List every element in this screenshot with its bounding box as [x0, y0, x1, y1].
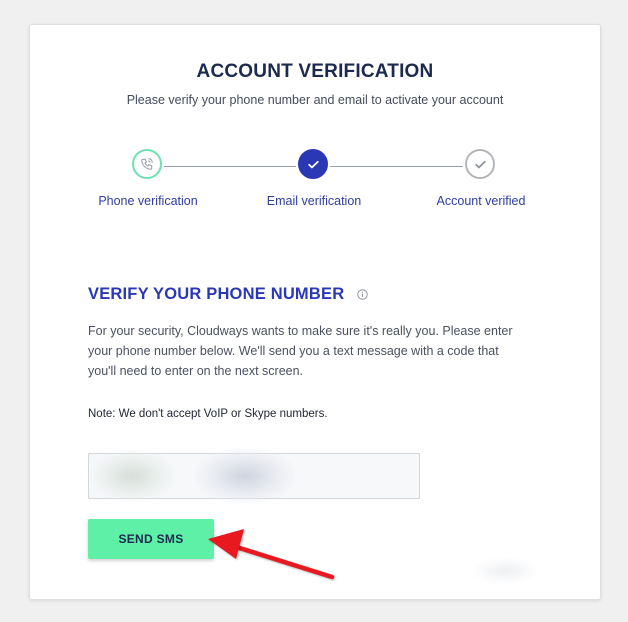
info-icon[interactable]: [357, 289, 369, 300]
checkmark-icon: [307, 160, 319, 168]
phone-icon: [141, 158, 153, 170]
section-title-text: VERIFY YOUR PHONE NUMBER: [88, 285, 345, 303]
voip-note: Note: We don't accept VoIP or Skype numb…: [88, 408, 328, 420]
step-connector: [330, 166, 463, 167]
phone-number-input[interactable]: [88, 453, 420, 499]
send-sms-button[interactable]: SEND SMS: [88, 519, 214, 559]
page-title: ACCOUNT VERIFICATION: [196, 61, 434, 82]
step-phone-verification: [132, 149, 162, 179]
step-label-verified: Account verified: [436, 194, 526, 208]
step-label-phone: Phone verification: [98, 194, 198, 208]
step-account-verified: [465, 149, 495, 179]
verification-stepper: Phone verification Email verification Ac…: [30, 149, 600, 219]
step-label-email: Email verification: [266, 194, 362, 208]
step-connector: [164, 166, 296, 167]
checkmark-icon: [474, 160, 486, 168]
verification-card: ACCOUNT VERIFICATION Please verify your …: [29, 24, 601, 600]
annotation-arrow-icon: [208, 529, 335, 580]
section-title: VERIFY YOUR PHONE NUMBER: [88, 285, 369, 304]
page-subtitle: Please verify your phone number and emai…: [126, 93, 504, 107]
redacted-region: [470, 557, 540, 585]
section-description: For your security, Cloudways wants to ma…: [88, 324, 513, 378]
step-email-verification: [298, 149, 328, 179]
